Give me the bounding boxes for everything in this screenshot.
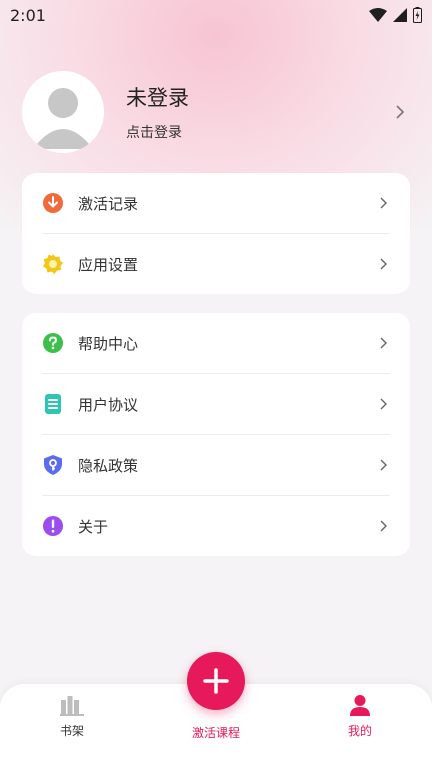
menu-item-app-settings[interactable]: 应用设置 bbox=[42, 234, 390, 294]
chevron-right-icon[interactable] bbox=[390, 102, 410, 122]
menu-item-label: 应用设置 bbox=[78, 255, 139, 274]
chevron-right-icon bbox=[380, 258, 387, 270]
status-icons bbox=[369, 7, 422, 23]
username: 未登录 bbox=[126, 86, 189, 110]
activate-course-button[interactable] bbox=[187, 652, 245, 710]
status-bar: 2:01 bbox=[0, 0, 432, 30]
tab-label: 我的 bbox=[347, 724, 372, 738]
bookshelf-icon bbox=[60, 696, 84, 716]
default-avatar-icon bbox=[22, 71, 104, 153]
plus-icon bbox=[203, 668, 229, 694]
chevron-right-icon bbox=[380, 520, 387, 532]
chevron-right-icon bbox=[380, 197, 387, 209]
info-icon bbox=[42, 515, 64, 537]
profile-header[interactable]: 未登录 点击登录 bbox=[22, 70, 412, 154]
menu-item-help-center[interactable]: 帮助中心 bbox=[42, 313, 390, 374]
menu-item-label: 帮助中心 bbox=[78, 334, 139, 353]
chevron-right-icon bbox=[380, 459, 387, 471]
menu-card-2: 帮助中心 用户协议 隐私政策 关于 bbox=[22, 313, 410, 556]
person-icon bbox=[350, 695, 370, 716]
menu-item-user-agreement[interactable]: 用户协议 bbox=[42, 374, 390, 435]
gear-icon bbox=[42, 253, 64, 275]
avatar[interactable] bbox=[22, 71, 104, 153]
signal-icon bbox=[393, 8, 407, 22]
menu-item-label: 隐私政策 bbox=[78, 456, 139, 475]
menu-card-1: 激活记录 应用设置 bbox=[22, 173, 410, 294]
chevron-right-icon bbox=[380, 337, 387, 349]
profile-text: 未登录 点击登录 bbox=[126, 82, 390, 142]
shield-icon bbox=[42, 454, 64, 476]
menu-item-about[interactable]: 关于 bbox=[42, 496, 390, 556]
menu-item-privacy-policy[interactable]: 隐私政策 bbox=[42, 435, 390, 496]
help-icon bbox=[42, 332, 64, 354]
login-hint[interactable]: 点击登录 bbox=[126, 122, 390, 142]
tab-bookshelf[interactable]: 书架 bbox=[22, 694, 122, 739]
activate-course-label[interactable]: 激活课程 bbox=[166, 724, 266, 741]
status-time: 2:01 bbox=[10, 5, 46, 25]
menu-item-label: 关于 bbox=[78, 517, 109, 536]
menu-item-activation-records[interactable]: 激活记录 bbox=[42, 173, 390, 234]
menu-item-label: 激活记录 bbox=[78, 194, 139, 213]
battery-icon bbox=[413, 7, 422, 23]
chevron-right-icon bbox=[380, 398, 387, 410]
menu-item-label: 用户协议 bbox=[78, 395, 139, 414]
document-icon bbox=[42, 393, 64, 415]
download-icon bbox=[42, 192, 64, 214]
tab-label: 书架 bbox=[59, 724, 84, 738]
tab-mine[interactable]: 我的 bbox=[310, 694, 410, 739]
wifi-icon bbox=[369, 8, 387, 22]
